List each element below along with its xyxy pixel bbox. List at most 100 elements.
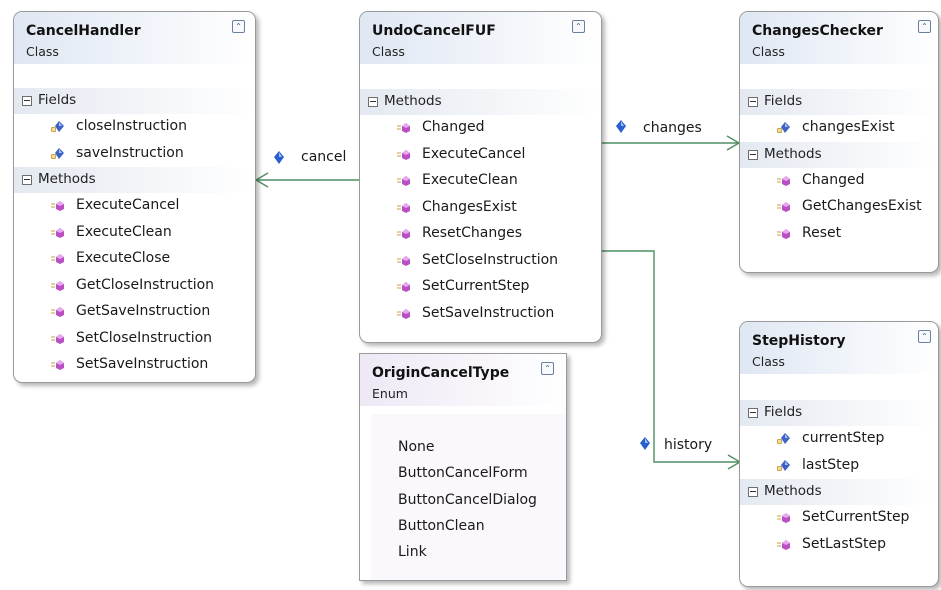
property-diamond-icon	[640, 437, 650, 450]
property-diamond-icon	[616, 120, 626, 133]
class-changes-checker[interactable]: ChangesChecker Class ⌃ Fields changesExi…	[739, 11, 939, 273]
collapse-minus-icon[interactable]	[22, 96, 32, 106]
field-label: changesExist	[802, 119, 895, 135]
method-item[interactable]: SetCloseInstruction	[14, 326, 255, 353]
method-item[interactable]: ExecuteCancel	[14, 193, 255, 220]
collapse-minus-icon[interactable]	[748, 487, 758, 497]
method-item[interactable]: SetSaveInstruction	[360, 301, 601, 328]
method-label: GetSaveInstruction	[76, 303, 211, 319]
enum-kind: Enum	[372, 386, 408, 401]
field-label: closeInstruction	[76, 118, 187, 134]
enum-value-item[interactable]: ButtonClean	[371, 514, 566, 540]
class-undo-cancel-fuf[interactable]: UndoCancelFUF Class ⌃ Methods Changed Exe…	[359, 11, 602, 343]
class-kind: Class	[26, 44, 59, 59]
field-label: saveInstruction	[76, 144, 184, 161]
method-item[interactable]: SetLastStep	[740, 532, 938, 559]
methods-section-header[interactable]: Methods	[740, 479, 938, 505]
changes-association-label[interactable]: changes	[643, 120, 702, 136]
collapse-chevron-icon[interactable]: ⌃	[918, 20, 931, 33]
method-item[interactable]: ExecuteCancel	[360, 142, 601, 169]
method-item[interactable]: SetCloseInstruction	[360, 248, 601, 275]
field-lock-icon	[777, 459, 791, 472]
class-step-history[interactable]: StepHistory Class ⌃ Fields currentStep la…	[739, 321, 939, 587]
enum-value-label: None	[398, 439, 435, 455]
method-item[interactable]: SetSaveInstruction	[14, 352, 255, 379]
method-item[interactable]: GetChangesExist	[740, 194, 938, 221]
class-title: StepHistory	[752, 333, 846, 349]
collapse-minus-icon[interactable]	[368, 97, 378, 107]
methods-section-header[interactable]: Methods	[360, 89, 601, 115]
method-label: ExecuteCancel	[76, 197, 180, 213]
field-item[interactable]: saveInstruction	[14, 141, 255, 168]
method-label: ExecuteClean	[76, 223, 172, 240]
method-item[interactable]: ExecuteClean	[14, 220, 255, 247]
method-item[interactable]: ExecuteClose	[14, 246, 255, 273]
method-cube-icon	[51, 359, 65, 371]
field-lock-icon	[51, 147, 65, 160]
enum-origin-cancel-type[interactable]: OriginCancelType Enum ⌃ None ButtonCancel…	[359, 353, 567, 581]
class-cancel-handler[interactable]: CancelHandler Class ⌃ Fields closeInstru…	[13, 11, 256, 383]
method-cube-icon	[51, 253, 65, 265]
enum-value-item[interactable]: ButtonCancelForm	[371, 461, 566, 487]
collapse-chevron-icon[interactable]: ⌃	[541, 362, 554, 375]
methods-section-header[interactable]: Methods	[14, 167, 255, 193]
method-cube-icon	[777, 539, 791, 551]
collapse-chevron-icon[interactable]: ⌃	[918, 330, 931, 343]
methods-list: Changed ExecuteCancel ExecuteClean ChangesE…	[360, 115, 601, 327]
method-label: ExecuteClose	[76, 250, 171, 266]
section-label: Fields	[764, 404, 803, 420]
method-label: ResetChanges	[422, 225, 523, 241]
method-item[interactable]: ResetChanges	[360, 221, 601, 248]
method-label: SetSaveInstruction	[76, 356, 209, 372]
methods-section-header[interactable]: Methods	[740, 141, 938, 168]
method-label: SetCloseInstruction	[422, 251, 559, 268]
collapse-minus-icon[interactable]	[748, 408, 758, 418]
enum-value-item[interactable]: None	[371, 435, 566, 461]
section-label: Methods	[384, 93, 442, 109]
method-label: Reset	[802, 224, 842, 241]
method-item[interactable]: SetCurrentStep	[360, 274, 601, 301]
enum-value-item[interactable]: ButtonCancelDialog	[371, 488, 566, 514]
field-item[interactable]: lastStep	[740, 453, 938, 480]
methods-list: SetCurrentStep SetLastStep	[740, 505, 938, 558]
enum-value-item[interactable]: Link	[371, 540, 566, 566]
field-item[interactable]: changesExist	[740, 115, 938, 142]
method-item[interactable]: GetSaveInstruction	[14, 299, 255, 326]
method-cube-icon	[397, 202, 411, 214]
method-item[interactable]: GetCloseInstruction	[14, 273, 255, 300]
field-item[interactable]: currentStep	[740, 426, 938, 453]
cancel-association-label[interactable]: cancel	[301, 149, 346, 165]
field-label: lastStep	[802, 456, 860, 473]
section-label: Fields	[38, 92, 77, 108]
method-cube-icon	[777, 201, 791, 213]
fields-section-header[interactable]: Fields	[740, 89, 938, 115]
method-item[interactable]: Changed	[740, 168, 938, 195]
fields-section-header[interactable]: Fields	[740, 400, 938, 426]
method-cube-icon	[397, 281, 411, 293]
history-association-label[interactable]: history	[664, 437, 712, 453]
method-cube-icon	[397, 149, 411, 161]
collapse-chevron-icon[interactable]: ⌃	[232, 20, 245, 33]
method-cube-icon	[777, 228, 791, 240]
enum-value-label: ButtonCancelForm	[398, 465, 528, 482]
collapse-minus-icon[interactable]	[22, 175, 32, 185]
enum-value-label: ButtonCancelDialog	[398, 491, 537, 508]
method-cube-icon	[51, 306, 65, 318]
method-item[interactable]: ExecuteClean	[360, 168, 601, 195]
collapse-minus-icon[interactable]	[748, 149, 758, 160]
collapse-minus-icon[interactable]	[748, 97, 758, 107]
method-item[interactable]: Reset	[740, 221, 938, 248]
fields-section-header[interactable]: Fields	[14, 88, 255, 114]
class-title: CancelHandler	[26, 23, 141, 39]
collapse-chevron-icon[interactable]: ⌃	[572, 20, 585, 33]
method-item[interactable]: SetCurrentStep	[740, 505, 938, 532]
method-cube-icon	[51, 227, 65, 239]
method-item[interactable]: ChangesExist	[360, 195, 601, 222]
field-item[interactable]: closeInstruction	[14, 114, 255, 141]
class-header: UndoCancelFUF Class ⌃	[360, 12, 601, 64]
method-cube-icon	[51, 280, 65, 292]
method-label: Changed	[802, 171, 865, 188]
enum-title: OriginCancelType	[372, 365, 510, 381]
section-label: Methods	[764, 145, 822, 162]
method-item[interactable]: Changed	[360, 115, 601, 142]
